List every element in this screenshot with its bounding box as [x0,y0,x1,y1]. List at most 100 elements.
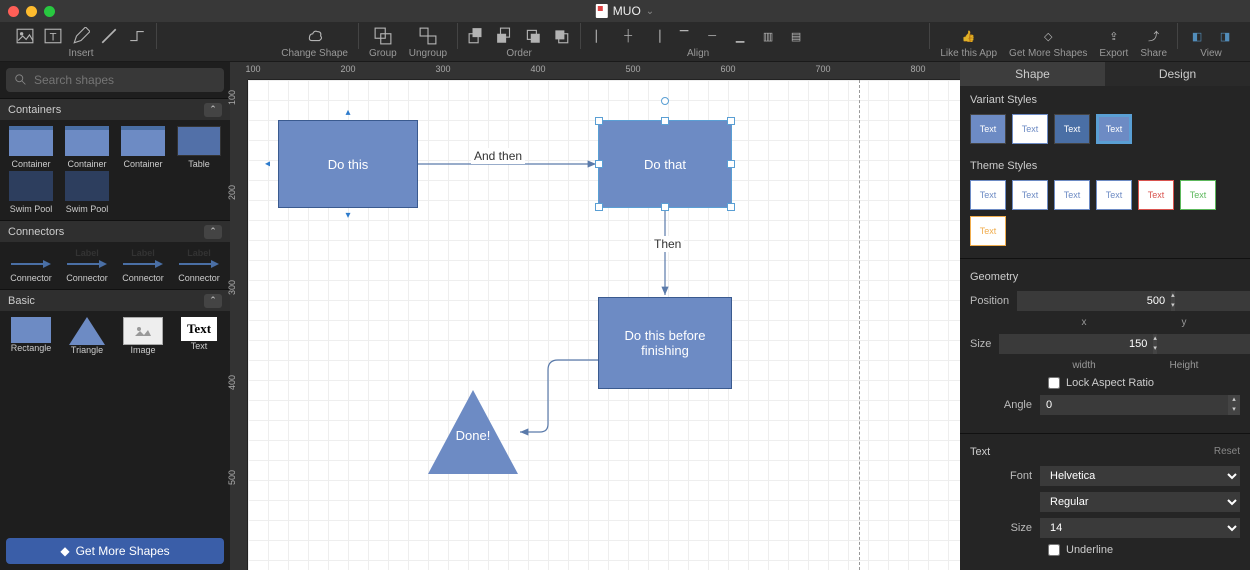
minimize-window[interactable] [26,6,37,17]
dist-h-icon[interactable]: ▥ [759,27,777,45]
rectangle-shape[interactable]: Do this before finishing [598,297,732,389]
tab-shape[interactable]: Shape [960,62,1105,86]
canvas[interactable]: Do this▴▾◂ Do that Do this before finishin… [248,80,960,570]
align-right-icon[interactable]: ▕ [647,27,665,45]
tab-design[interactable]: Design [1105,62,1250,86]
theme-swatch[interactable]: Text [970,180,1006,210]
resize-handle[interactable] [595,117,603,125]
section-header[interactable]: Connectors⌃ [0,220,230,242]
connector-hint-icon[interactable]: ◂ [265,159,270,170]
shape-item[interactable]: Table [172,126,226,169]
shape-item[interactable]: Image [116,317,170,355]
search-input[interactable] [34,73,216,87]
rotate-handle[interactable] [661,97,669,105]
panel-right-icon[interactable]: ◨ [1216,27,1234,45]
variant-swatch[interactable]: Text [1012,114,1048,144]
resize-handle[interactable] [661,117,669,125]
canvas-area: 100200300400500600700800 100200300400500… [230,62,960,570]
resize-handle[interactable] [727,117,735,125]
rectangle-shape[interactable]: Do that [598,120,732,208]
close-window[interactable] [8,6,19,17]
variant-swatch[interactable]: Text [970,114,1006,144]
align-top-icon[interactable]: ▔ [675,27,693,45]
theme-swatch[interactable]: Text [1054,180,1090,210]
shape-item[interactable]: Rectangle [4,317,58,355]
resize-handle[interactable] [661,203,669,211]
width-input[interactable] [999,334,1153,354]
backward-icon[interactable] [552,27,570,45]
like-icon[interactable]: 👍 [960,27,978,45]
underline-checkbox[interactable] [1048,544,1060,556]
insert-image-icon[interactable] [16,27,34,45]
shape-item[interactable]: Swim Pool [4,171,58,214]
shapes-icon[interactable]: ◇ [1039,27,1057,45]
theme-swatch[interactable]: Text [970,216,1006,246]
variant-swatch[interactable]: Text [1096,114,1132,144]
align-left-icon[interactable]: ▏ [591,27,609,45]
shape-item[interactable]: LabelConnector [60,248,114,283]
collapse-icon[interactable]: ⌃ [204,103,222,117]
position-x-input[interactable] [1017,291,1171,311]
font-size-select[interactable]: 14 [1040,518,1240,538]
send-back-icon[interactable] [496,27,514,45]
connector-label[interactable]: And then [471,148,525,164]
reset-button[interactable]: Reset [1214,446,1240,458]
position-y-input[interactable] [1175,291,1250,311]
section-header[interactable]: Basic⌃ [0,289,230,311]
item-label: Swim Pool [66,204,109,214]
align-middle-icon[interactable]: ─ [703,27,721,45]
change-shape-icon[interactable] [306,27,324,45]
collapse-icon[interactable]: ⌃ [204,225,222,239]
shape-item[interactable]: Container [60,126,114,169]
variant-swatch[interactable]: Text [1054,114,1090,144]
sublabel: Height [1140,360,1228,371]
theme-swatch[interactable]: Text [1096,180,1132,210]
rectangle-shape[interactable]: Do this▴▾◂ [278,120,418,208]
pencil-icon[interactable] [72,27,90,45]
ungroup-icon[interactable] [419,27,437,45]
dist-v-icon[interactable]: ▤ [787,27,805,45]
connector-hint-icon[interactable]: ▴ [345,107,350,118]
forward-icon[interactable] [524,27,542,45]
section-header[interactable]: Containers ⌃ [0,98,230,120]
get-more-shapes-button[interactable]: ◆ Get More Shapes [6,538,224,564]
align-bottom-icon[interactable]: ▁ [731,27,749,45]
shape-item[interactable]: Swim Pool [60,171,114,214]
line-icon[interactable] [128,27,146,45]
font-weight-select[interactable]: Regular [1040,492,1240,512]
shape-item[interactable]: Connector [4,248,58,283]
search-box[interactable] [6,68,224,92]
resize-handle[interactable] [727,203,735,211]
resize-handle[interactable] [595,160,603,168]
shape-item[interactable]: Container [4,126,58,169]
shape-item[interactable]: TextText [172,317,226,355]
maximize-window[interactable] [44,6,55,17]
align-center-icon[interactable]: ┼ [619,27,637,45]
document-title[interactable]: MUO ⌄ [596,4,654,18]
section-title: Containers [8,104,61,116]
bring-front-icon[interactable] [468,27,486,45]
resize-handle[interactable] [727,160,735,168]
resize-handle[interactable] [595,203,603,211]
share-icon[interactable]: ⤴ [1145,27,1163,45]
font-select[interactable]: Helvetica [1040,466,1240,486]
shape-item[interactable]: LabelConnector [116,248,170,283]
theme-swatch[interactable]: Text [1012,180,1048,210]
export-icon[interactable]: ⇪ [1105,27,1123,45]
shape-item[interactable]: LabelConnector [172,248,226,283]
pen-icon[interactable] [100,27,118,45]
shape-item[interactable]: Triangle [60,317,114,355]
theme-swatch[interactable]: Text [1138,180,1174,210]
stepper[interactable]: ▴▾ [1228,395,1240,415]
panel-left-icon[interactable]: ◧ [1188,27,1206,45]
collapse-icon[interactable]: ⌃ [204,294,222,308]
shape-item[interactable]: Container [116,126,170,169]
theme-swatch[interactable]: Text [1180,180,1216,210]
connector-label[interactable]: Then [651,236,684,252]
angle-input[interactable] [1040,395,1228,415]
height-input[interactable] [1157,334,1250,354]
connector-hint-icon[interactable]: ▾ [345,210,350,221]
lock-aspect-checkbox[interactable] [1048,377,1060,389]
insert-textbox-icon[interactable]: T [44,27,62,45]
group-icon[interactable] [374,27,392,45]
